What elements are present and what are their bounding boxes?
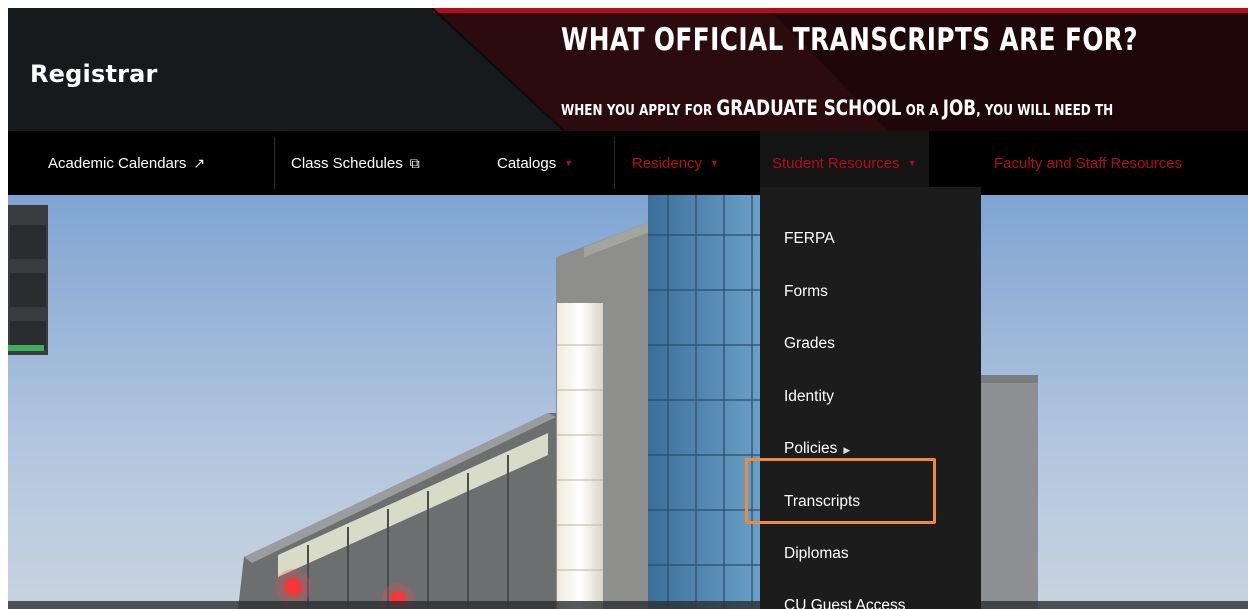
subline-text: , YOU WILL NEED TH [976, 101, 1114, 119]
external-link-icon: ↗ [193, 154, 206, 171]
nav-item-class-schedules[interactable]: Class Schedules ⧉ [291, 131, 420, 195]
highlight-annotation [745, 458, 936, 524]
caret-down-icon: ▼ [710, 158, 719, 168]
subline-emphasis: JOB [942, 96, 977, 120]
subline-text: WHEN YOU APPLY FOR [561, 101, 717, 119]
nav-divider [274, 137, 275, 189]
nav-item-residency[interactable]: Residency ▼ [632, 131, 719, 195]
dropdown-item-label: Forms [784, 283, 828, 300]
nav-item-label: Faculty and Staff Resources [994, 154, 1183, 172]
nav-divider [614, 137, 615, 189]
nav-item-label: Residency [632, 154, 703, 172]
dropdown-item-label: CU Guest Access [784, 597, 906, 609]
site-header: Registrar WHAT OFFICIAL TRANSCRIPTS ARE … [8, 8, 1248, 131]
caret-down-icon: ▼ [564, 158, 574, 168]
dropdown-item-policies[interactable]: Policies ▶ [784, 440, 850, 458]
dropdown-item-label: Grades [784, 335, 835, 352]
student-resources-dropdown: FERPA Forms Grades Identity Policies ▶ Tr… [760, 187, 981, 609]
caret-down-icon: ▼ [907, 158, 917, 168]
browser-viewport: Registrar WHAT OFFICIAL TRANSCRIPTS ARE … [8, 8, 1248, 609]
nav-item-label: Catalogs [497, 154, 557, 172]
dropdown-item-forms[interactable]: Forms [784, 283, 828, 301]
hero-image [8, 195, 1248, 609]
site-title[interactable]: Registrar [30, 60, 158, 88]
nav-item-label: Class Schedules [291, 154, 403, 172]
dropdown-item-ferpa[interactable]: FERPA [784, 230, 835, 248]
nav-item-student-resources[interactable]: Student Resources ▼ [760, 131, 929, 195]
nav-item-faculty-staff-resources[interactable]: Faculty and Staff Resources [994, 131, 1182, 195]
dropdown-item-cu-guest-access[interactable]: CU Guest Access [784, 597, 905, 609]
subline-emphasis: GRADUATE SCHOOL [716, 96, 902, 120]
dropdown-item-label: Identity [784, 388, 834, 405]
dropdown-item-diplomas[interactable]: Diplomas [784, 545, 849, 563]
banner-subline: WHEN YOU APPLY FOR GRADUATE SCHOOL OR A … [561, 96, 1113, 120]
dropdown-item-label: Diplomas [784, 545, 849, 562]
main-nav: Academic Calendars ↗ Class Schedules ⧉ C… [8, 131, 1248, 195]
subline-text: OR A [901, 101, 943, 119]
dropdown-item-identity[interactable]: Identity [784, 388, 834, 406]
dropdown-item-label: Policies [784, 440, 838, 457]
external-link-icon: ⧉ [409, 154, 420, 171]
banner-headline: WHAT OFFICIAL TRANSCRIPTS ARE FOR? [561, 22, 1139, 58]
nav-item-label: Student Resources [772, 154, 900, 172]
dropdown-item-grades[interactable]: Grades [784, 335, 835, 353]
caret-right-icon: ▶ [843, 445, 851, 455]
campus-building-photo [8, 195, 1248, 609]
nav-item-catalogs[interactable]: Catalogs ▼ [497, 131, 573, 195]
nav-item-academic-calendars[interactable]: Academic Calendars ↗ [48, 131, 205, 195]
nav-item-label: Academic Calendars [48, 154, 187, 172]
dropdown-item-label: FERPA [784, 230, 835, 247]
